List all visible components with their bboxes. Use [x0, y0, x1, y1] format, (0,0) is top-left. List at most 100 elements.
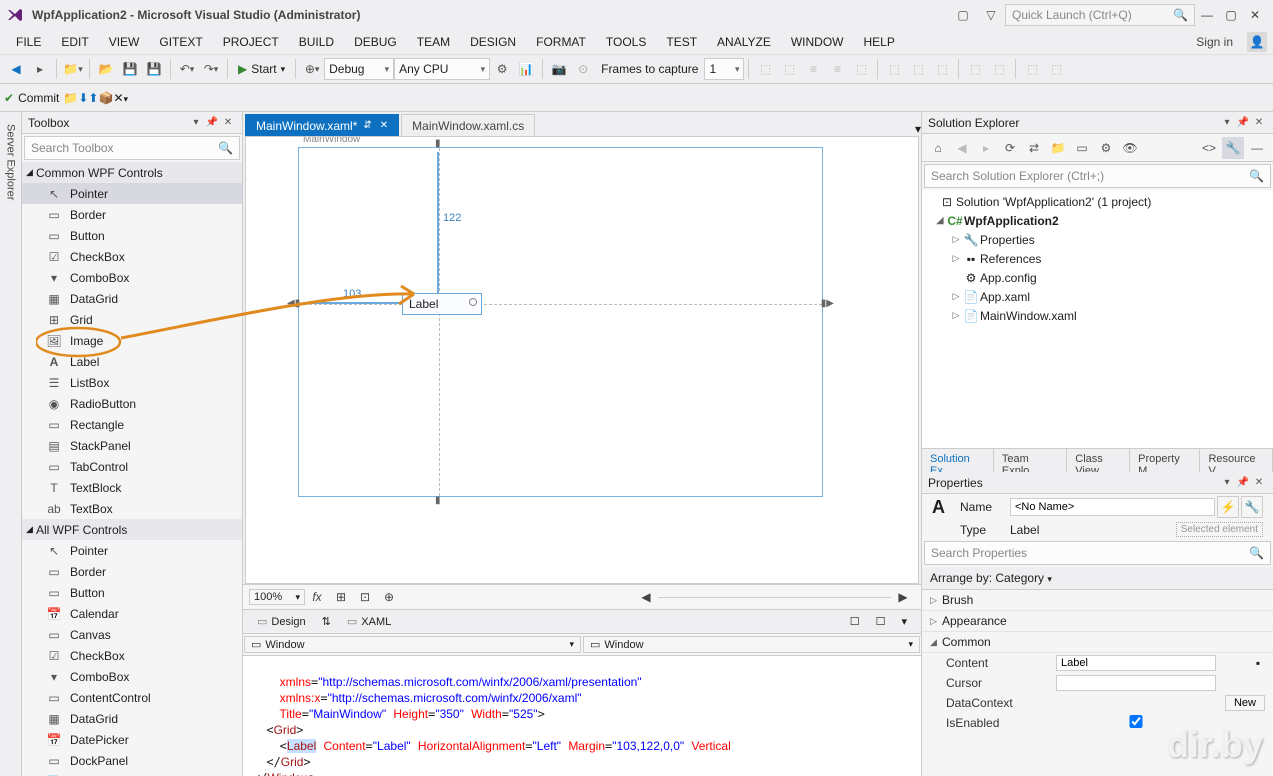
stash-icon[interactable]: 📦	[98, 91, 113, 105]
record-icon[interactable]: ⊙	[572, 58, 594, 80]
tab-class-view[interactable]: Class View	[1067, 449, 1130, 472]
toolbox-all-canvas[interactable]: ▭Canvas	[22, 624, 242, 645]
commit-icon[interactable]: ✔	[4, 91, 14, 105]
toolbox-all-datepicker[interactable]: 📅DatePicker	[22, 729, 242, 750]
grid-snap-button[interactable]: ⊞	[330, 587, 352, 607]
fx-button[interactable]: fx	[306, 587, 328, 607]
toolbox-all-border[interactable]: ▭Border	[22, 561, 242, 582]
extra1-button[interactable]: ⬚	[1021, 58, 1043, 80]
soln-showall-button[interactable]: 📁	[1047, 137, 1069, 159]
config-dropdown[interactable]: Debug▾	[324, 58, 394, 80]
menu-tools[interactable]: TOOLS	[596, 35, 656, 49]
split-v-button[interactable]: ☐	[842, 613, 868, 630]
toolbox-item-textbox[interactable]: abTextBox	[22, 498, 242, 519]
menu-view[interactable]: VIEW	[99, 35, 150, 49]
align-center-button[interactable]: ⬚	[778, 58, 800, 80]
prop-datacontext-new-button[interactable]: New	[1225, 695, 1265, 711]
flip-button[interactable]: ⬚	[988, 58, 1010, 80]
collapse-button[interactable]: ▾	[893, 613, 915, 630]
group-appearance[interactable]: ▷Appearance	[922, 611, 1273, 632]
toolbox-item-checkbox[interactable]: ☑CheckBox	[22, 246, 242, 267]
toolbox-item-image[interactable]: 🖼Image	[22, 330, 242, 351]
toolbox-item-combobox[interactable]: ▾ComboBox	[22, 267, 242, 288]
soln-home-button[interactable]: ⌂	[927, 137, 949, 159]
flag-icon[interactable]: ▽	[981, 5, 1001, 25]
soln-preview-button[interactable]: 👁	[1119, 137, 1141, 159]
props-pin-icon[interactable]: 📌	[1235, 477, 1251, 488]
nav-fwd-button[interactable]: ▸	[29, 58, 51, 80]
soln-pin-icon[interactable]: 📌	[1235, 117, 1251, 128]
toolbox-item-pointer[interactable]: ↖Pointer	[22, 183, 242, 204]
snap-lines-button[interactable]: ⊡	[354, 587, 376, 607]
undo-button[interactable]: ↶▾	[176, 58, 198, 80]
props-dropdown-icon[interactable]: ▾	[1219, 477, 1235, 488]
label-control[interactable]: Label	[402, 293, 482, 315]
tree-properties[interactable]: ▷🔧Properties	[922, 230, 1273, 249]
pin-icon[interactable]: ⇵	[363, 120, 371, 131]
wrench-button[interactable]: 🔧	[1241, 496, 1263, 518]
xaml-subtab[interactable]: ▭XAML	[339, 613, 399, 630]
redo-button[interactable]: ↷▾	[200, 58, 222, 80]
toggle-button[interactable]: ⊕	[378, 587, 400, 607]
maximize-button[interactable]: ▢	[1219, 8, 1243, 22]
toolbox-item-grid[interactable]: ⊞Grid	[22, 309, 242, 330]
processes-button[interactable]: ⚙	[491, 58, 513, 80]
props-search-input[interactable]: Search Properties 🔍	[924, 541, 1271, 565]
toolbox-dropdown-icon[interactable]: ▾	[188, 117, 204, 128]
menu-project[interactable]: PROJECT	[213, 35, 289, 49]
quick-launch-input[interactable]: Quick Launch (Ctrl+Q) 🔍	[1005, 4, 1195, 26]
platform-dropdown[interactable]: Any CPU▾	[394, 58, 490, 80]
toolbox-item-datagrid[interactable]: ▦DataGrid	[22, 288, 242, 309]
menu-design[interactable]: DESIGN	[460, 35, 526, 49]
menu-gitext[interactable]: GITEXT	[149, 35, 212, 49]
doc-tab-mainwindow-cs[interactable]: MainWindow.xaml.cs	[401, 114, 535, 136]
soln-fwd-button[interactable]: ▸	[975, 137, 997, 159]
menu-file[interactable]: FILE	[6, 35, 51, 49]
tab-solution-explorer[interactable]: Solution Ex...	[922, 449, 994, 472]
tab-property-manager[interactable]: Property M...	[1130, 449, 1200, 472]
group-button[interactable]: ⬚	[883, 58, 905, 80]
soln-refresh-button[interactable]: ⟳	[999, 137, 1021, 159]
soln-sync-button[interactable]: ⇄	[1023, 137, 1045, 159]
distribute-button[interactable]: ⬚	[850, 58, 872, 80]
tree-references[interactable]: ▷▪▪References	[922, 249, 1273, 268]
toolbox-all-checkbox[interactable]: ☑CheckBox	[22, 645, 242, 666]
browse-icon[interactable]: 📁	[63, 91, 78, 105]
frames-dropdown[interactable]: 1▾	[704, 58, 744, 80]
prop-cursor-input[interactable]	[1056, 675, 1216, 691]
tree-mainwindow[interactable]: ▷📄MainWindow.xaml	[922, 306, 1273, 325]
save-button[interactable]: 💾	[119, 58, 141, 80]
toolbox-pin-icon[interactable]: 📌	[204, 117, 220, 128]
push-icon[interactable]: ⬆	[88, 91, 98, 105]
menu-team[interactable]: TEAM	[407, 35, 460, 49]
tab-team-explorer[interactable]: Team Explo...	[994, 449, 1067, 472]
tree-solution[interactable]: ⊡Solution 'WpfApplication2' (1 project)	[922, 192, 1273, 211]
tab-resource-view[interactable]: Resource V...	[1200, 449, 1273, 472]
tree-appxaml[interactable]: ▷📄App.xaml	[922, 287, 1273, 306]
toolbox-cat-common[interactable]: ◢Common WPF Controls	[22, 162, 242, 183]
align-right-button[interactable]: ≡	[802, 58, 824, 80]
soln-code-button[interactable]: <>	[1198, 137, 1220, 159]
toolbox-all-dockpanel[interactable]: ▭DockPanel	[22, 750, 242, 771]
soln-properties-button[interactable]: ⚙	[1095, 137, 1117, 159]
soln-dropdown-icon[interactable]: ▾	[1219, 117, 1235, 128]
arrange-by-dropdown[interactable]: Arrange by: Category ▾	[922, 567, 1273, 590]
props-close-icon[interactable]: ✕	[1251, 477, 1267, 488]
toolbox-item-stackpanel[interactable]: ▤StackPanel	[22, 435, 242, 456]
anchor-handle-icon[interactable]	[469, 298, 477, 306]
ungroup-button[interactable]: ⬚	[907, 58, 929, 80]
name-input[interactable]	[1010, 498, 1215, 516]
pull-icon[interactable]: ⬇	[78, 91, 88, 105]
toolbox-all-contentcontrol[interactable]: ▭ContentControl	[22, 687, 242, 708]
menu-edit[interactable]: EDIT	[51, 35, 98, 49]
extra2-button[interactable]: ⬚	[1045, 58, 1067, 80]
xaml-editor[interactable]: xmlns="http://schemas.microsoft.com/winf…	[243, 656, 921, 776]
close-button[interactable]: ✕	[1243, 8, 1267, 22]
save-all-button[interactable]: 💾	[143, 58, 165, 80]
prop-content-input[interactable]	[1056, 655, 1216, 671]
zoom-dropdown[interactable]: 100%▾	[249, 589, 305, 605]
prop-isenabled-checkbox[interactable]	[1056, 715, 1216, 728]
menu-debug[interactable]: DEBUG	[344, 35, 407, 49]
nav-back-button[interactable]: ◀	[5, 58, 27, 80]
scope-dropdown-1[interactable]: ▭Window▾	[244, 636, 581, 653]
